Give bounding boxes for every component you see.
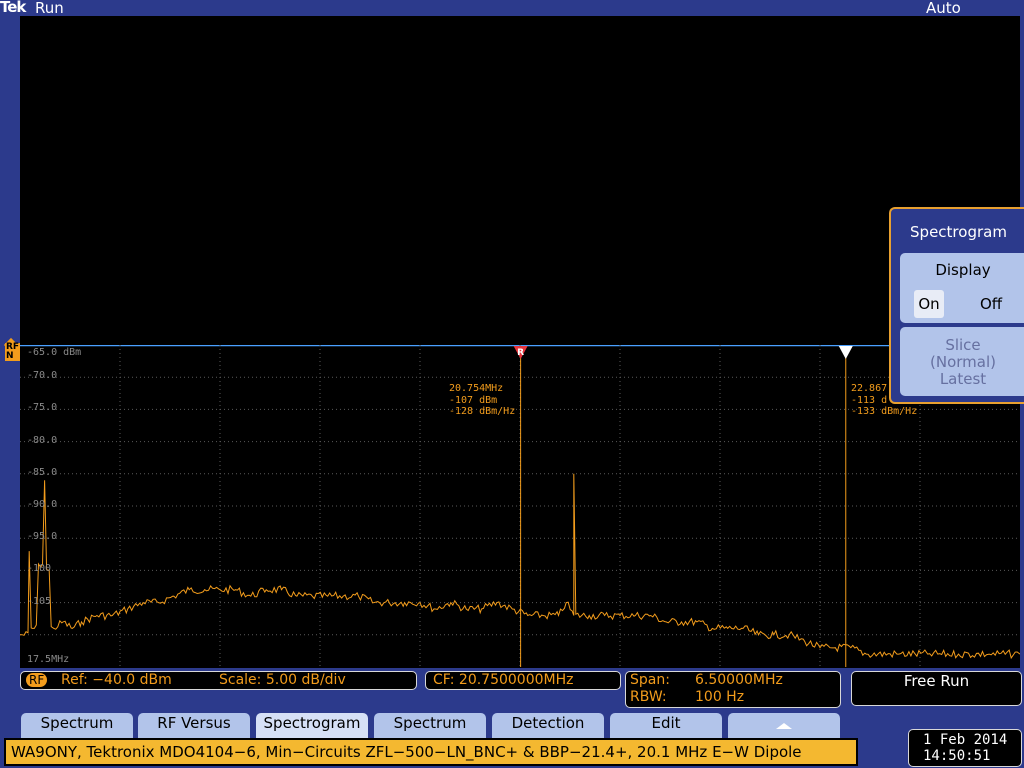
vertical-scale: Scale: 5.00 dB/div [219, 672, 346, 688]
marker-r-readout: 20.754MHz -107 dBm -128 dBm/Hz [449, 383, 515, 418]
y-axis-tick-label: -105 [27, 595, 52, 607]
display-off-option[interactable]: Off [980, 290, 1002, 318]
tek-logo: Tek [0, 0, 26, 16]
y-axis-tick-label: -70.0 [27, 370, 58, 382]
y-axis-tick-label: -75.0 [27, 402, 58, 414]
reference-level: Ref: −40.0 dBm [61, 672, 172, 688]
softkey-5-label: Detection [511, 714, 585, 732]
acquisition-run-status: Run [35, 0, 64, 17]
screen-annotation-caption: WA9ONY, Tektronix MDO4104−6, Min−Circuit… [4, 738, 858, 766]
y-axis-top-label: -65.0 dBm [27, 347, 82, 358]
display-on-option[interactable]: On [914, 290, 944, 318]
trigger-free-run-status: Free Run [851, 671, 1022, 706]
marker-2-icon [838, 346, 853, 359]
display-toggle-button[interactable]: Display On Off [900, 253, 1024, 323]
rf-channel-tag: RF [26, 673, 48, 687]
marker-r-frequency: 20.754MHz [449, 383, 504, 394]
softkey-3-label: Spectrogram [263, 714, 361, 732]
display-label: Display [935, 261, 991, 279]
trigger-mode-indicator: Auto [926, 0, 961, 17]
span-rbw-readout[interactable]: Span: 6.50000MHz RBW: 100 Hz [625, 671, 841, 708]
date-text: 1 Feb 2014 [923, 732, 1008, 748]
softkey-6-label: Edit [651, 714, 681, 732]
marker-2-density: -133 dBm/Hz [851, 406, 918, 417]
softkey-1-label: Spectrum [40, 714, 114, 732]
y-axis-tick-label: -80.0 [27, 434, 58, 446]
marker-r-level: -107 dBm [449, 394, 498, 406]
x-axis-start-label: 17.5MHz [27, 654, 70, 665]
slice-line-1: Slice [945, 336, 981, 354]
slice-line-2: (Normal) [930, 353, 996, 371]
y-axis-tick-label: -90.0 [27, 499, 58, 510]
center-frequency: CF: 20.7500000MHz [433, 672, 574, 688]
time-text: 14:50:51 [923, 748, 991, 764]
ref-scale-readout[interactable]: RF Ref: −40.0 dBm Scale: 5.00 dB/div [20, 671, 417, 690]
slice-label: Slice (Normal) Latest [900, 337, 1024, 388]
y-axis-tick-label: -85.0 [27, 466, 58, 478]
rbw-label: RBW: [630, 689, 667, 705]
side-menu-title: Spectrogram [910, 223, 1007, 241]
date-time-display: 1 Feb 2014 14:50:51 [908, 729, 1022, 767]
softkey-2-label: RF Versus [157, 714, 231, 732]
rf-reference-level-marker[interactable]: RF N [3, 337, 21, 366]
top-status-bar: Tek Run Auto [0, 0, 1024, 17]
rbw-value: 100 Hz [695, 689, 745, 705]
marker-r-density: -128 dBm/Hz [449, 406, 516, 417]
slice-button[interactable]: Slice (Normal) Latest [900, 327, 1024, 396]
y-axis-tick-label: -95.0 [27, 531, 58, 543]
span-value: 6.50000MHz [695, 672, 783, 688]
y-axis-tick-label: -100 [27, 563, 52, 575]
softkey-4-label: Spectrum [393, 714, 467, 732]
slice-line-3: Latest [939, 370, 987, 388]
reference-marker-letter: R [517, 348, 524, 358]
rf-reference-label: RF N [5, 342, 21, 361]
span-label: Span: [630, 672, 670, 688]
spectrogram-side-menu: Spectrogram Display On Off Slice (Normal… [889, 207, 1024, 404]
center-frequency-readout[interactable]: CF: 20.7500000MHz [425, 671, 621, 690]
